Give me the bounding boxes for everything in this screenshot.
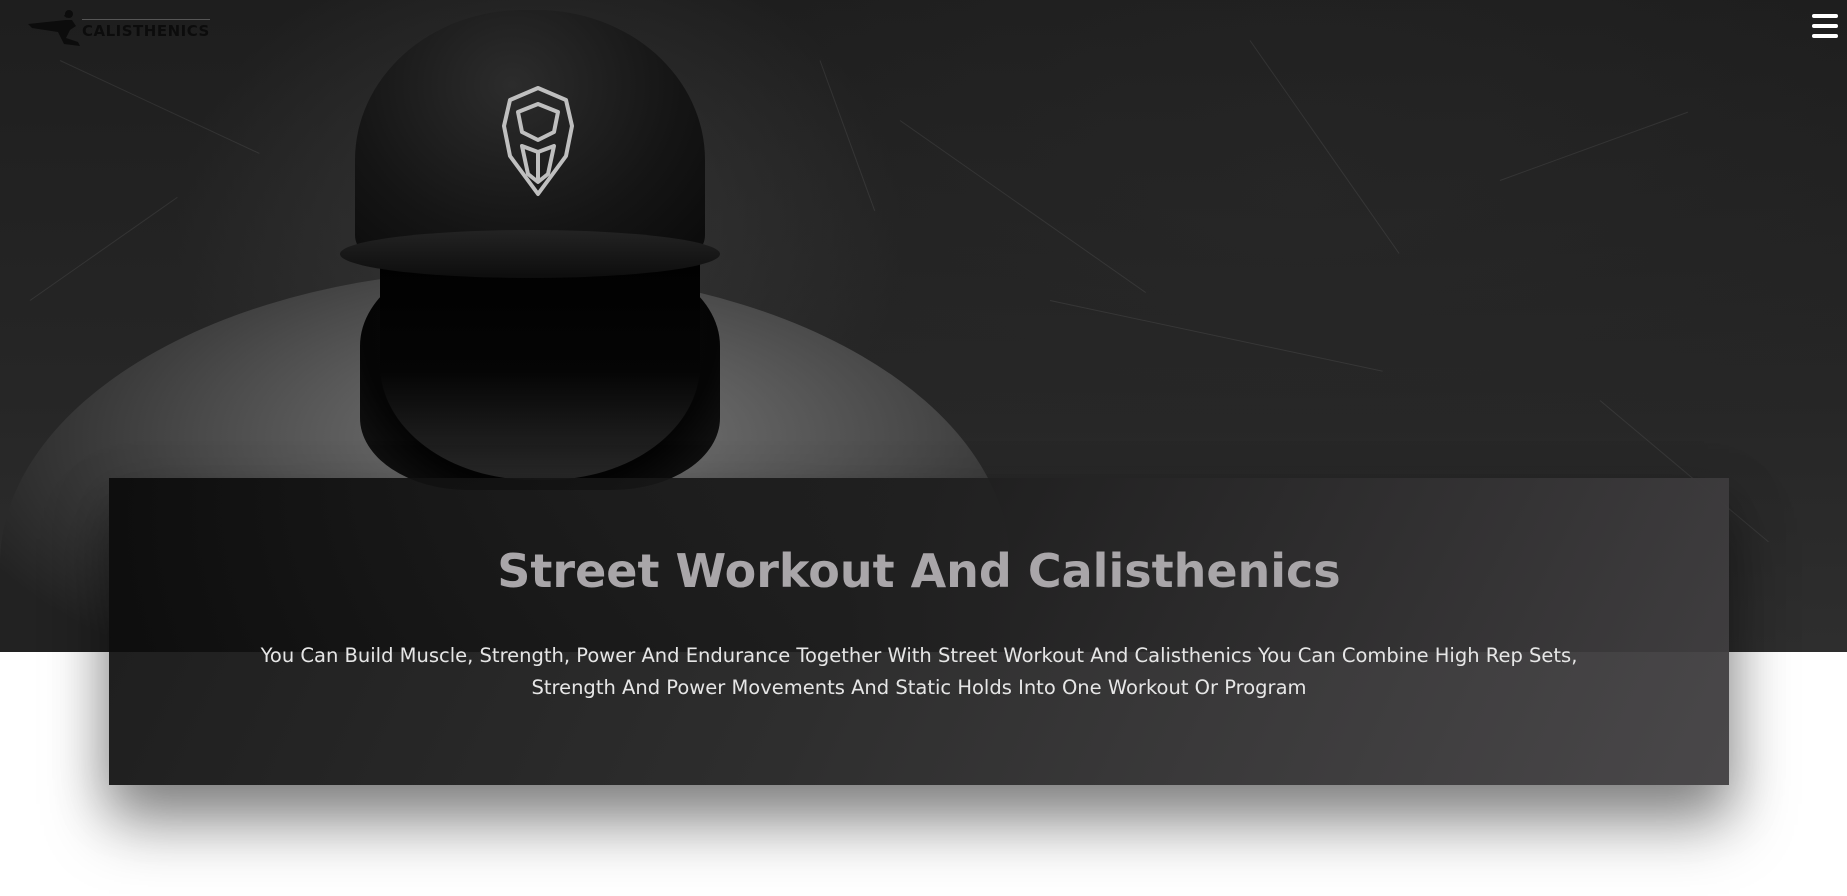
page: CALISTHENICS Street Workout And Calisthe… [0, 0, 1847, 896]
logo-text: CALISTHENICS [82, 18, 210, 40]
hero-description: You Can Build Muscle, Strength, Power An… [260, 644, 1578, 699]
hero-title: Street Workout And Calisthenics [497, 544, 1341, 598]
cap-emblem-icon [502, 86, 574, 196]
hero-card: Street Workout And Calisthenics You Can … [109, 478, 1729, 785]
athlete-silhouette-icon [28, 10, 80, 46]
site-logo[interactable]: CALISTHENICS [26, 8, 210, 50]
athlete-cap-brim [340, 230, 720, 278]
hamburger-menu-icon[interactable] [1812, 14, 1838, 38]
